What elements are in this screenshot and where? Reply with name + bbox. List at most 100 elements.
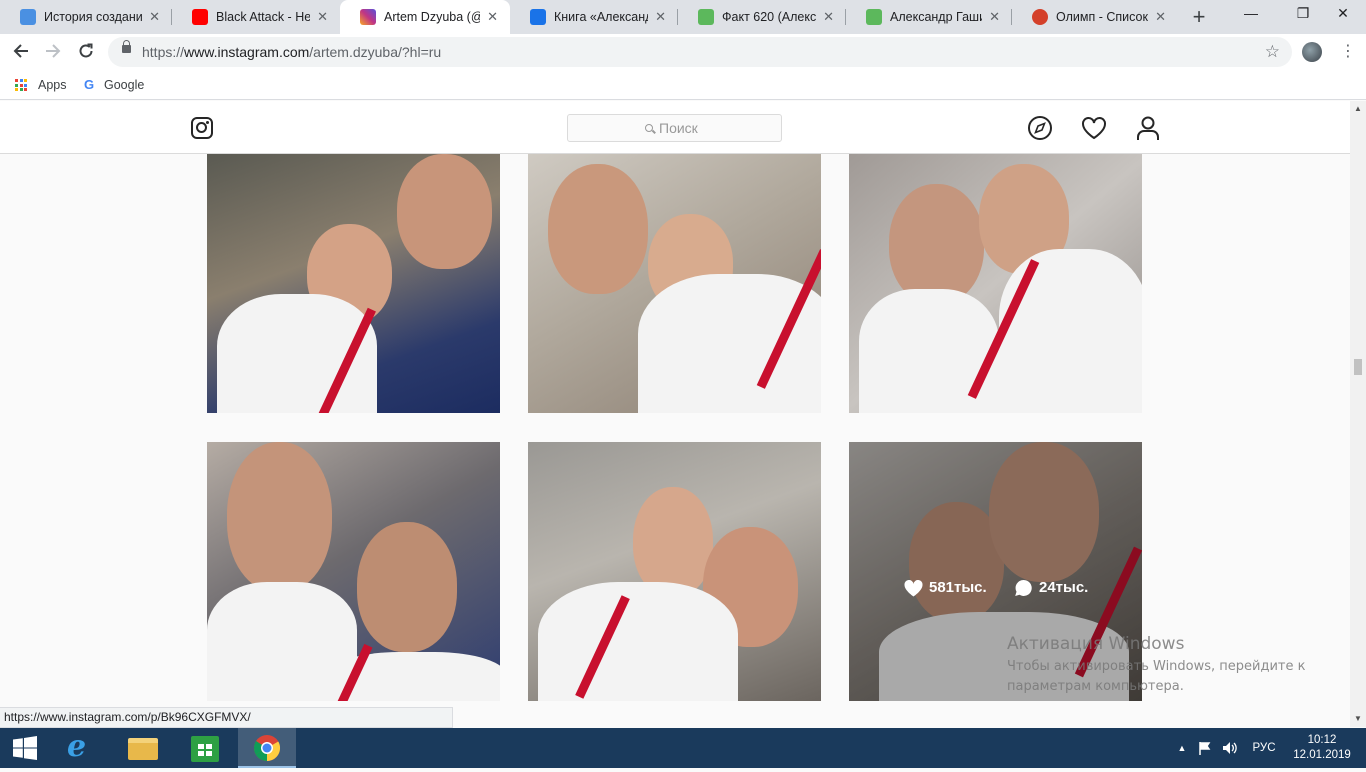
- tab-close-icon[interactable]: ✕: [989, 0, 1000, 34]
- new-tab-button[interactable]: +: [1188, 6, 1210, 28]
- photo-shirt: [859, 289, 999, 413]
- taskbar-store[interactable]: [176, 728, 234, 768]
- photo-face: [357, 522, 457, 652]
- comments-value: 24тыс.: [1039, 579, 1089, 596]
- search-placeholder: Поиск: [659, 120, 698, 136]
- tab-close-icon[interactable]: ✕: [1155, 0, 1166, 34]
- scroll-down-arrow-icon[interactable]: ▼: [1350, 711, 1366, 727]
- tray-expand-icon[interactable]: ▲: [1174, 728, 1190, 768]
- back-button[interactable]: [8, 41, 34, 65]
- post-thumbnail[interactable]: [849, 154, 1142, 413]
- tab-title: Black Attack - Hear: [216, 10, 310, 24]
- search-input[interactable]: Поиск: [567, 114, 782, 142]
- apps-grid-icon: [15, 79, 27, 91]
- instagram-header: Поиск: [0, 101, 1350, 154]
- heart-activity-icon[interactable]: [1081, 115, 1107, 141]
- scrollbar-thumb[interactable]: [1354, 359, 1362, 375]
- network-flag-icon[interactable]: [1196, 728, 1214, 768]
- tab-title: Книга «Александр: [554, 10, 648, 24]
- likes-count: 581тыс.: [904, 578, 987, 598]
- web-page: Поиск 581тыс. 24тыс. Активация Windows Ч…: [0, 101, 1350, 727]
- browser-tab-active[interactable]: Artem Dzyuba (@ar ✕: [340, 0, 510, 34]
- browser-menu-icon[interactable]: ⋮: [1340, 40, 1356, 64]
- minimize-button[interactable]: —: [1228, 0, 1274, 30]
- photo-shirt: [999, 249, 1142, 413]
- watermark-line: параметрам компьютера.: [1007, 679, 1184, 694]
- youtube-icon: [192, 9, 208, 25]
- browser-tab[interactable]: Книга «Александр ✕: [510, 0, 678, 34]
- likes-value: 581тыс.: [929, 579, 987, 596]
- taskbar-file-explorer[interactable]: [114, 728, 172, 768]
- photo-shirt: [638, 274, 821, 413]
- browser-toolbar: https://www.instagram.com/artem.dzyuba/?…: [0, 34, 1366, 72]
- browser-tab[interactable]: Black Attack - Hear ✕: [172, 0, 340, 34]
- forward-arrow-icon: [46, 44, 61, 58]
- windows-activation-watermark: Активация Windows Чтобы активировать Win…: [1007, 634, 1306, 697]
- post-thumbnail[interactable]: [207, 442, 500, 701]
- url-path: /artem.dzyuba/?hl=ru: [309, 44, 442, 60]
- link-status-bubble: https://www.instagram.com/p/Bk96CXGFMVX/: [0, 707, 453, 728]
- post-thumbnail[interactable]: [528, 442, 821, 701]
- lock-icon: [122, 40, 131, 53]
- heart-filled-icon: [904, 579, 923, 597]
- reload-button[interactable]: [73, 41, 99, 65]
- photo-face: [397, 154, 492, 269]
- post-thumbnail[interactable]: [207, 154, 500, 413]
- bookmark-apps[interactable]: Apps: [38, 72, 67, 98]
- photo-face: [889, 184, 984, 304]
- bookmark-star-icon[interactable]: ☆: [1265, 37, 1280, 67]
- photo-face: [227, 442, 332, 592]
- chrome-icon: [253, 735, 281, 762]
- photo-face: [548, 164, 648, 294]
- tab-close-icon[interactable]: ✕: [487, 0, 498, 34]
- tab-close-icon[interactable]: ✕: [149, 0, 160, 34]
- tab-title: История создания: [44, 10, 142, 24]
- tab-close-icon[interactable]: ✕: [823, 0, 834, 34]
- close-window-button[interactable]: ✕: [1320, 0, 1366, 30]
- internet-explorer-icon: e: [67, 729, 87, 764]
- post-thumbnail[interactable]: [528, 154, 821, 413]
- vertical-scrollbar[interactable]: ▲ ▼: [1350, 101, 1366, 727]
- start-button[interactable]: [0, 728, 50, 768]
- url-scheme: https://: [142, 44, 185, 60]
- browser-tab[interactable]: Олимп - Список с ✕: [1012, 0, 1178, 34]
- tab-favicon-icon: [20, 9, 36, 25]
- bookmark-google[interactable]: Google: [104, 72, 144, 98]
- url-text[interactable]: https://www.instagram.com/artem.dzyuba/?…: [142, 37, 441, 67]
- profile-avatar[interactable]: [1302, 42, 1322, 62]
- volume-icon[interactable]: [1220, 728, 1240, 768]
- tab-close-icon[interactable]: ✕: [317, 0, 328, 34]
- tab-title: Олимп - Список с: [1056, 10, 1148, 24]
- store-logo-icon: [198, 744, 212, 756]
- profile-user-icon[interactable]: [1135, 115, 1161, 141]
- browser-tab[interactable]: История создания ✕: [0, 0, 172, 34]
- tab-favicon-icon: [1032, 9, 1048, 25]
- photo-shirt: [538, 582, 738, 701]
- taskbar-chrome[interactable]: [238, 728, 296, 768]
- back-arrow-icon: [13, 44, 28, 58]
- windows-logo-icon: [13, 736, 37, 760]
- google-icon: G: [83, 77, 95, 92]
- tab-close-icon[interactable]: ✕: [655, 0, 666, 34]
- speaker-icon: [1223, 742, 1237, 754]
- bookmarks-bar: Apps G Google: [0, 72, 1366, 100]
- system-clock[interactable]: 10:12 12.01.2019: [1292, 733, 1352, 763]
- reload-icon: [79, 43, 93, 58]
- taskbar-internet-explorer[interactable]: e: [54, 728, 112, 768]
- clock-time: 10:12: [1307, 734, 1337, 746]
- forward-button[interactable]: [40, 41, 66, 65]
- photo-face: [633, 487, 713, 597]
- browser-tab[interactable]: Александр Гашин: ✕: [846, 0, 1012, 34]
- tab-title: Александр Гашин:: [890, 10, 982, 24]
- scroll-up-arrow-icon[interactable]: ▲: [1350, 101, 1366, 117]
- tab-title: Факт 620 (Алексан: [722, 10, 816, 24]
- address-bar[interactable]: https://www.instagram.com/artem.dzyuba/?…: [108, 37, 1292, 67]
- browser-tab[interactable]: Факт 620 (Алексан ✕: [678, 0, 846, 34]
- instagram-logo-icon[interactable]: [191, 117, 213, 139]
- folder-icon: [128, 738, 158, 760]
- explore-compass-icon[interactable]: [1027, 115, 1053, 141]
- watermark-title: Активация Windows: [1007, 634, 1185, 654]
- search-icon: [645, 124, 653, 132]
- input-language-indicator[interactable]: РУС: [1248, 728, 1280, 768]
- tab-favicon-icon: [866, 9, 882, 25]
